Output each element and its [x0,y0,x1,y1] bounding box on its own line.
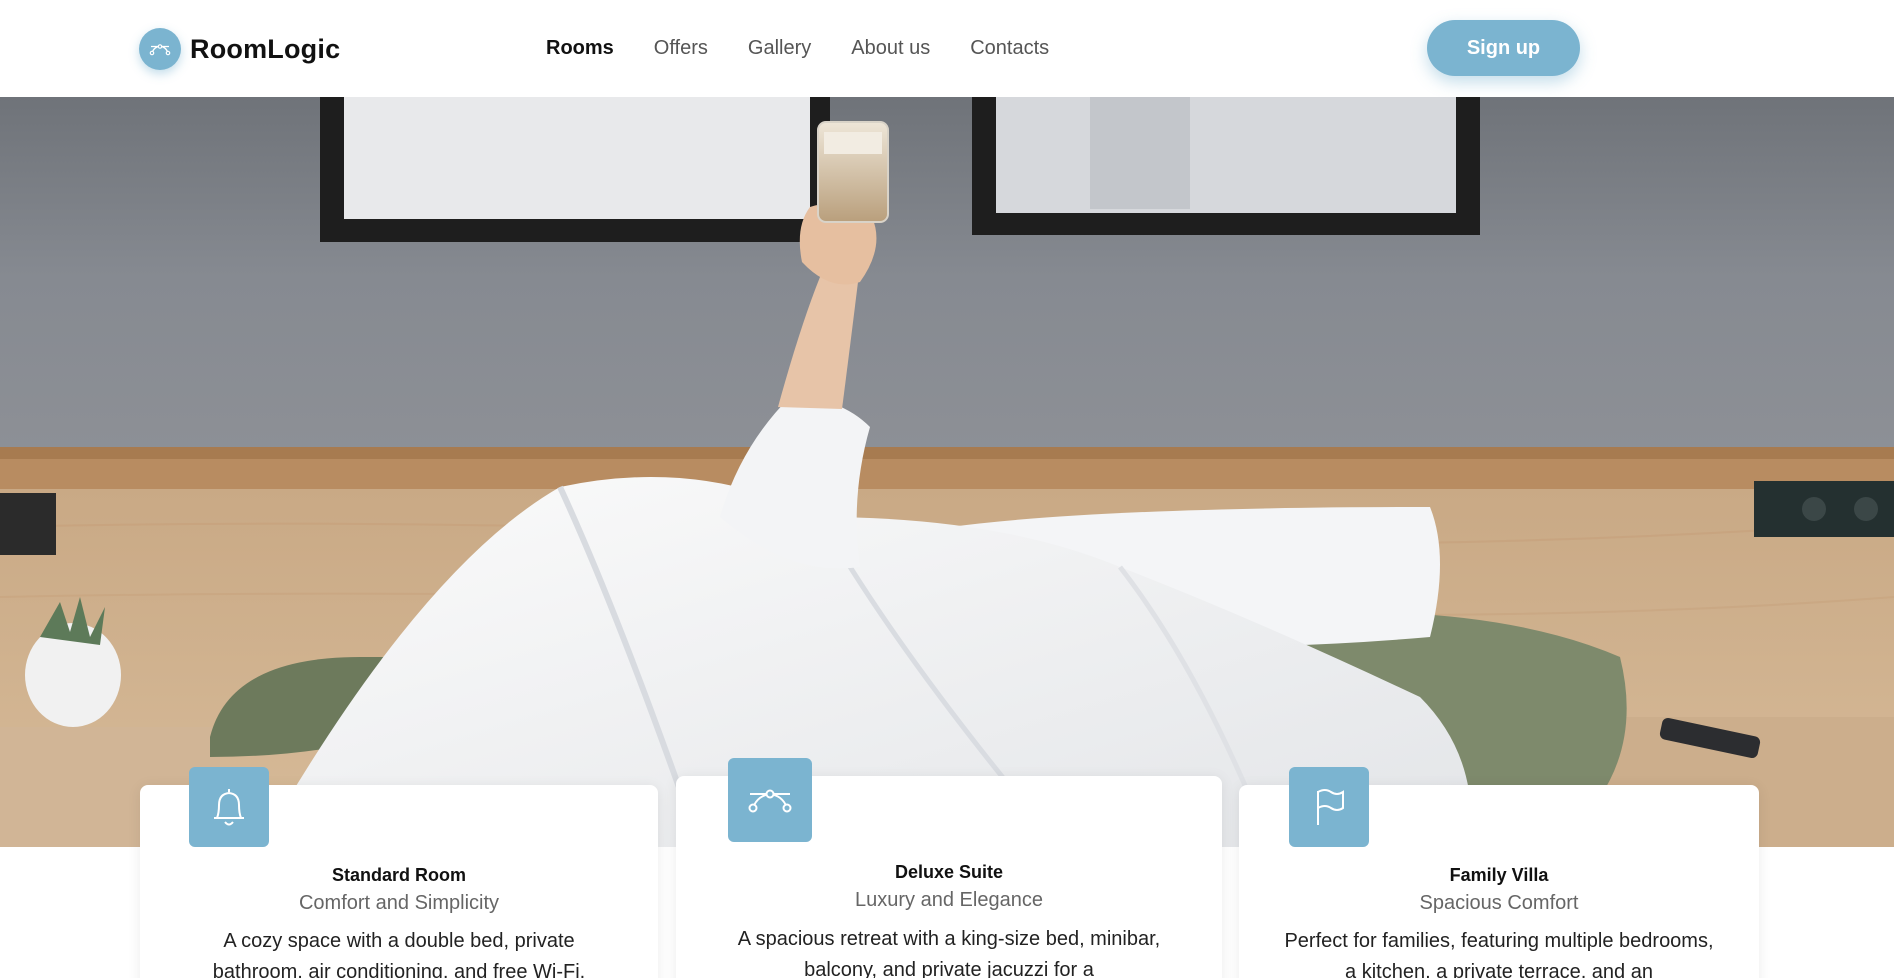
brand-logo[interactable]: RoomLogic [139,28,340,70]
nav-item-offers[interactable]: Offers [654,37,708,60]
bezier-curve-icon [728,758,812,842]
room-card-standard[interactable]: Standard Room Comfort and Simplicity A c… [140,767,658,978]
room-card-family-villa[interactable]: Family Villa Spacious Comfort Perfect fo… [1239,767,1759,978]
nav-item-about-us[interactable]: About us [851,37,930,60]
card-description: A cozy space with a double bed, private … [212,930,586,978]
hero-image [0,97,1894,847]
card-subtitle: Comfort and Simplicity [298,892,500,914]
nav-item-gallery[interactable]: Gallery [748,37,811,60]
sign-up-button[interactable]: Sign up [1427,20,1580,76]
card-description: Perfect for families, featuring multiple… [1284,930,1714,978]
card-title: Deluxe Suite [894,862,1004,882]
card-subtitle: Spacious Comfort [1419,892,1579,914]
brand-name: RoomLogic [190,33,341,64]
main-nav: Rooms Offers Gallery About us Contacts [546,37,1089,60]
flag-icon [1289,767,1369,847]
card-title: Family Villa [1449,865,1549,885]
site-header: RoomLogic Rooms Offers Gallery About us … [0,0,1894,97]
nav-item-rooms[interactable]: Rooms [546,37,614,60]
room-card-deluxe[interactable]: Deluxe Suite Luxury and Elegance A spaci… [676,758,1222,978]
card-description: A spacious retreat with a king-size bed,… [737,928,1161,978]
bell-icon [189,767,269,847]
bezier-curve-icon [139,28,181,70]
card-subtitle: Luxury and Elegance [855,889,1043,911]
nav-item-contacts[interactable]: Contacts [970,37,1049,60]
card-title: Standard Room [331,865,466,885]
